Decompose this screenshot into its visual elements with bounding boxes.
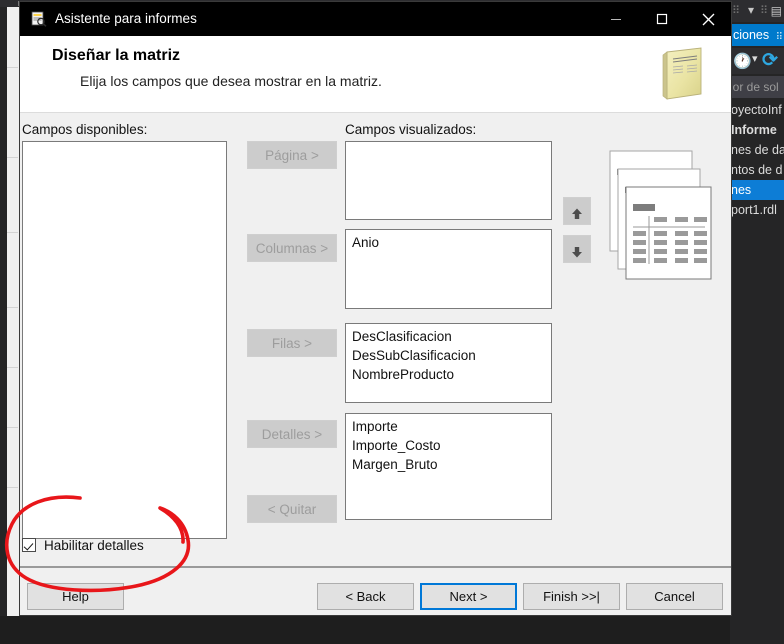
dialog-body: Campos disponibles: Campos visualizados:… <box>20 113 731 568</box>
details-fields-listbox[interactable]: Importe Importe_Costo Margen_Bruto <box>345 413 552 520</box>
solution-explorer-title: ciones ⠿ <box>730 24 784 46</box>
menu-icon[interactable]: ▤ <box>771 4 782 18</box>
enable-details-label: Habilitar detalles <box>44 537 144 553</box>
available-fields-label: Campos disponibles: <box>22 122 148 137</box>
close-button[interactable] <box>685 2 731 36</box>
arrow-down-icon <box>572 246 582 257</box>
refresh-icon[interactable]: ⟳ <box>762 49 778 72</box>
ide-left-gutter <box>0 7 7 644</box>
list-item[interactable]: Anio <box>346 233 551 252</box>
list-item[interactable]: Importe_Costo <box>346 436 551 455</box>
displayed-fields-label: Campos visualizados: <box>345 122 477 137</box>
grip-dots-icon: ⠿ <box>732 5 741 17</box>
tree-item-reports[interactable]: nes <box>730 180 784 200</box>
solution-explorer-search-input[interactable]: lor de sol <box>730 76 784 98</box>
add-to-rows-button[interactable]: Filas > <box>247 329 337 357</box>
page-title: Diseñar la matriz <box>52 47 181 64</box>
rows-fields-listbox[interactable]: DesClasificacion DesSubClasificacion Nom… <box>345 323 552 403</box>
matrix-preview-thumbnail <box>609 150 712 280</box>
tree-item-informe[interactable]: Informe <box>730 120 784 140</box>
enable-details-checkbox[interactable] <box>22 538 36 552</box>
dialog-footer: Help < Back Next > Finish >>| Cancel <box>20 568 731 615</box>
report-wizard-icon <box>31 11 47 27</box>
remove-field-button[interactable]: < Quitar <box>247 495 337 523</box>
list-item[interactable]: NombreProducto <box>346 365 551 384</box>
ide-status-bar <box>0 616 784 644</box>
report-wizard-dialog: Asistente para informes Diseñar la matri… <box>20 2 731 615</box>
dialog-title: Asistente para informes <box>55 11 197 26</box>
columns-fields-listbox[interactable]: Anio <box>345 229 552 309</box>
chevron-down-icon[interactable]: ▾ <box>748 3 754 17</box>
tree-item-project[interactable]: oyectoInf <box>730 100 784 120</box>
list-item[interactable]: Margen_Bruto <box>346 455 551 474</box>
solution-explorer-tree[interactable]: oyectoInf Informe nes de dat ntos de d n… <box>730 100 784 220</box>
solution-explorer-pane[interactable]: ⠿ ▾ ⠿ ▤ ciones ⠿ 🕐 ▾ ⟳ lor de sol oyecto… <box>730 0 784 644</box>
chevron-down-icon[interactable]: ▾ <box>752 52 758 65</box>
pending-changes-icon[interactable]: 🕐 <box>733 52 752 70</box>
tree-item-report-rdl[interactable]: port1.rdl <box>730 200 784 220</box>
list-item[interactable]: Importe <box>346 417 551 436</box>
add-to-page-button[interactable]: Página > <box>247 141 337 169</box>
add-to-details-button[interactable]: Detalles > <box>247 420 337 448</box>
available-fields-listbox[interactable] <box>22 141 227 539</box>
cancel-button[interactable]: Cancel <box>626 583 723 610</box>
dialog-header: Diseñar la matriz Elija los campos que d… <box>20 36 731 113</box>
solution-explorer-title-text: ciones <box>733 28 770 42</box>
move-down-button[interactable] <box>563 235 591 263</box>
add-to-columns-button[interactable]: Columnas > <box>247 234 337 262</box>
arrow-up-icon <box>572 208 582 219</box>
move-up-button[interactable] <box>563 197 591 225</box>
grip-dots-icon: ⠿ <box>775 32 783 43</box>
list-item[interactable]: DesSubClasificacion <box>346 346 551 365</box>
tree-item-datasets[interactable]: ntos de d <box>730 160 784 180</box>
maximize-button[interactable] <box>639 2 685 36</box>
solution-explorer-captionbar: ⠿ ▾ ⠿ ▤ <box>730 0 784 22</box>
list-item[interactable]: DesClasificacion <box>346 327 551 346</box>
page-fields-listbox[interactable] <box>345 141 552 220</box>
page-subtitle: Elija los campos que desea mostrar en la… <box>80 73 382 89</box>
tree-item-datasources[interactable]: nes de dat <box>730 140 784 160</box>
help-button[interactable]: Help <box>27 583 124 610</box>
finish-button[interactable]: Finish >>| <box>523 583 620 610</box>
back-button[interactable]: < Back <box>317 583 414 610</box>
solution-explorer-toolbar[interactable]: 🕐 ▾ ⟳ <box>730 48 784 74</box>
next-button[interactable]: Next > <box>420 583 517 610</box>
report-page-icon <box>662 47 702 100</box>
enable-details-checkbox-row[interactable]: Habilitar detalles <box>22 535 144 555</box>
dialog-titlebar[interactable]: Asistente para informes <box>20 2 731 36</box>
minimize-button[interactable] <box>593 2 639 36</box>
